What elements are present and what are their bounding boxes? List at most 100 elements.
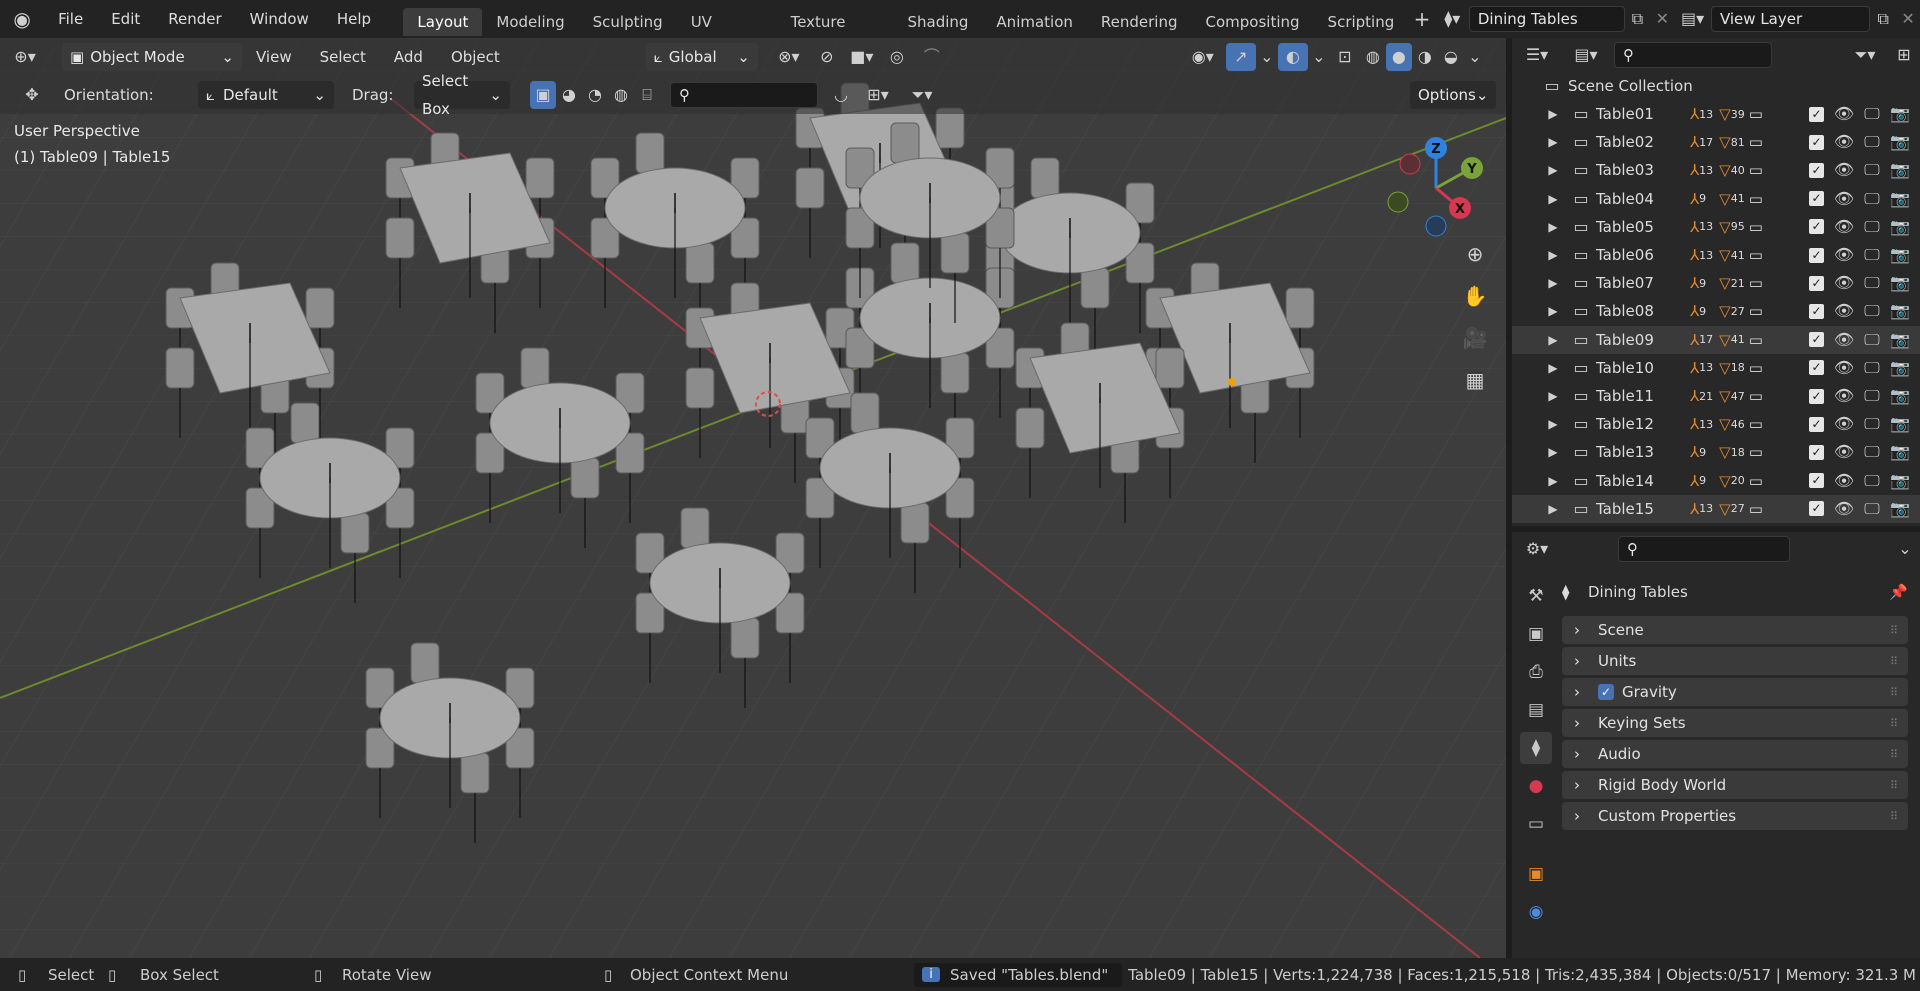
eye-icon[interactable]: 👁: [1830, 495, 1858, 523]
panel-scene[interactable]: › Scene ⠿: [1562, 616, 1908, 644]
wireframe-shading-icon[interactable]: ◍: [1360, 43, 1386, 71]
scene-collection-row[interactable]: ▭ Scene Collection: [1512, 72, 1920, 100]
chair-model[interactable]: [940, 352, 970, 394]
select-intersect-icon[interactable]: ⌸: [634, 81, 660, 109]
drag-handle-icon[interactable]: ⠿: [1890, 655, 1898, 668]
exclude-checkbox[interactable]: ✓: [1809, 275, 1824, 291]
saved-report[interactable]: i Saved "Tables.blend": [914, 962, 1122, 987]
drag-handle-icon[interactable]: ⠿: [1890, 717, 1898, 730]
monitor-icon[interactable]: 🖵: [1858, 241, 1886, 269]
exclude-checkbox[interactable]: ✓: [1809, 444, 1824, 460]
chair-model[interactable]: [890, 242, 920, 284]
eye-icon[interactable]: 👁: [1830, 354, 1858, 382]
render-tab-icon[interactable]: ▣: [1520, 618, 1552, 650]
chair-model[interactable]: [525, 157, 555, 199]
expand-arrow-icon[interactable]: ▶: [1544, 354, 1562, 382]
monitor-icon[interactable]: 🖵: [1858, 100, 1886, 128]
eye-icon[interactable]: 👁: [1830, 438, 1858, 466]
expand-arrow-icon[interactable]: ▶: [1544, 128, 1562, 156]
render-camera-icon[interactable]: 📷: [1886, 269, 1914, 297]
render-camera-icon[interactable]: 📷: [1886, 495, 1914, 523]
render-camera-icon[interactable]: 📷: [1886, 382, 1914, 410]
3d-viewport[interactable]: ⊕▾ ▣ Object Mode ⌄ View Select Add Objec…: [0, 38, 1506, 958]
snap-icon[interactable]: ⊘: [812, 43, 842, 71]
gizmo-neg-y[interactable]: [1387, 191, 1409, 213]
expand-arrow-icon[interactable]: ▶: [1544, 185, 1562, 213]
outliner-item[interactable]: ▶ ▭ Table13 ⅄ 9 ▽ 18 ▭ ✓ 👁 🖵 📷: [1512, 438, 1920, 466]
exclude-checkbox[interactable]: ✓: [1809, 501, 1824, 517]
outliner-item[interactable]: ▶ ▭ Table06 ⅄ 13 ▽ 41 ▭ ✓ 👁 🖵 📷: [1512, 241, 1920, 269]
menu-select[interactable]: Select: [306, 38, 380, 76]
view-layer-field[interactable]: View Layer: [1710, 6, 1871, 32]
drag-handle-icon[interactable]: ⠿: [1890, 810, 1898, 823]
copy-view-layer-icon[interactable]: ⧉: [1870, 5, 1896, 33]
outliner-item[interactable]: ▶ ▭ Table08 ⅄ 9 ▽ 27 ▭ ✓ 👁 🖵 📷: [1512, 297, 1920, 325]
remove-scene-icon[interactable]: ✕: [1650, 5, 1674, 33]
chair-model[interactable]: [1285, 287, 1315, 329]
chair-model[interactable]: [340, 512, 370, 554]
drag-dropdown[interactable]: Select Box ⌄: [414, 72, 510, 118]
drag-handle-icon[interactable]: ⠿: [1890, 686, 1898, 699]
monitor-icon[interactable]: 🖵: [1858, 128, 1886, 156]
render-camera-icon[interactable]: 📷: [1886, 213, 1914, 241]
eye-icon[interactable]: 👁: [1830, 100, 1858, 128]
render-camera-icon[interactable]: 📷: [1886, 297, 1914, 325]
new-collection-icon[interactable]: ⊞: [1888, 41, 1920, 69]
exclude-checkbox[interactable]: ✓: [1809, 416, 1824, 432]
zoom-icon[interactable]: ⊕: [1458, 240, 1492, 268]
physics-tab-icon[interactable]: ◉: [1520, 896, 1552, 928]
outliner-item[interactable]: ▶ ▭ Table14 ⅄ 9 ▽ 20 ▭ ✓ 👁 🖵 📷: [1512, 467, 1920, 495]
view-layer-icon[interactable]: ▤▾: [1674, 5, 1711, 33]
monitor-icon[interactable]: 🖵: [1858, 438, 1886, 466]
exclude-checkbox[interactable]: ✓: [1809, 106, 1824, 122]
tab-compositing[interactable]: Compositing: [1192, 8, 1314, 36]
chair-model[interactable]: [1030, 157, 1060, 199]
outliner-item[interactable]: ▶ ▭ Table11 ⅄ 21 ▽ 47 ▭ ✓ 👁 🖵 📷: [1512, 382, 1920, 410]
options-dropdown[interactable]: Options ⌄: [1410, 81, 1496, 109]
exclude-checkbox[interactable]: ✓: [1809, 247, 1824, 263]
falloff-icon[interactable]: ⌒: [912, 43, 952, 71]
monitor-icon[interactable]: 🖵: [1858, 297, 1886, 325]
eye-icon[interactable]: 👁: [1830, 269, 1858, 297]
proportional-edit-icon[interactable]: ◎: [882, 43, 912, 71]
orientation-dropdown[interactable]: ⟀ Default ⌄: [198, 81, 334, 109]
rendered-shading-icon[interactable]: ◒: [1438, 43, 1464, 71]
chair-model[interactable]: [460, 752, 490, 794]
chair-model[interactable]: [730, 617, 760, 659]
collection-tab-icon[interactable]: ▭: [1520, 808, 1552, 840]
monitor-icon[interactable]: 🖵: [1858, 213, 1886, 241]
exclude-checkbox[interactable]: ✓: [1809, 303, 1824, 319]
menu-file[interactable]: File: [44, 0, 97, 38]
expand-arrow-icon[interactable]: ▶: [1544, 438, 1562, 466]
properties-options-icon[interactable]: ⌄: [1890, 535, 1920, 563]
chair-model[interactable]: [165, 347, 195, 389]
tab-animation[interactable]: Animation: [982, 8, 1086, 36]
expand-arrow-icon[interactable]: ▶: [1544, 100, 1562, 128]
material-shading-icon[interactable]: ◑: [1412, 43, 1438, 71]
chair-model[interactable]: [940, 232, 970, 274]
menu-render[interactable]: Render: [154, 0, 235, 38]
render-camera-icon[interactable]: 📷: [1886, 438, 1914, 466]
world-tab-icon[interactable]: ●: [1520, 770, 1552, 802]
outliner-item[interactable]: ▶ ▭ Table02 ⅄ 17 ▽ 81 ▭ ✓ 👁 🖵 📷: [1512, 128, 1920, 156]
eye-icon[interactable]: 👁: [1830, 241, 1858, 269]
expand-arrow-icon[interactable]: ▶: [1544, 269, 1562, 297]
filter-icon[interactable]: ⏷▾: [900, 81, 944, 109]
outliner-item[interactable]: ▶ ▭ Table01 ⅄ 13 ▽ 39 ▭ ✓ 👁 🖵 📷: [1512, 100, 1920, 128]
pivot-icon[interactable]: ⊗▾: [766, 43, 812, 71]
tab-modeling[interactable]: Modeling: [482, 8, 578, 36]
monitor-icon[interactable]: 🖵: [1858, 156, 1886, 184]
chair-model[interactable]: [935, 107, 965, 149]
eye-icon[interactable]: 👁: [1830, 326, 1858, 354]
chair-model[interactable]: [1080, 267, 1110, 309]
properties-editor-icon[interactable]: ⚙▾: [1512, 535, 1562, 563]
gravity-checkbox[interactable]: ✓: [1598, 684, 1614, 700]
chair-model[interactable]: [685, 242, 715, 284]
chair-model[interactable]: [890, 122, 920, 164]
viewport-scene[interactable]: [0, 38, 1506, 958]
outliner-filter-icon[interactable]: ⏷▾: [1842, 41, 1888, 69]
camera-view-icon[interactable]: 🎥: [1458, 324, 1492, 352]
gizmo-neg-x[interactable]: [1399, 153, 1421, 175]
monitor-icon[interactable]: 🖵: [1858, 467, 1886, 495]
gizmo-neg-z[interactable]: [1425, 215, 1447, 237]
